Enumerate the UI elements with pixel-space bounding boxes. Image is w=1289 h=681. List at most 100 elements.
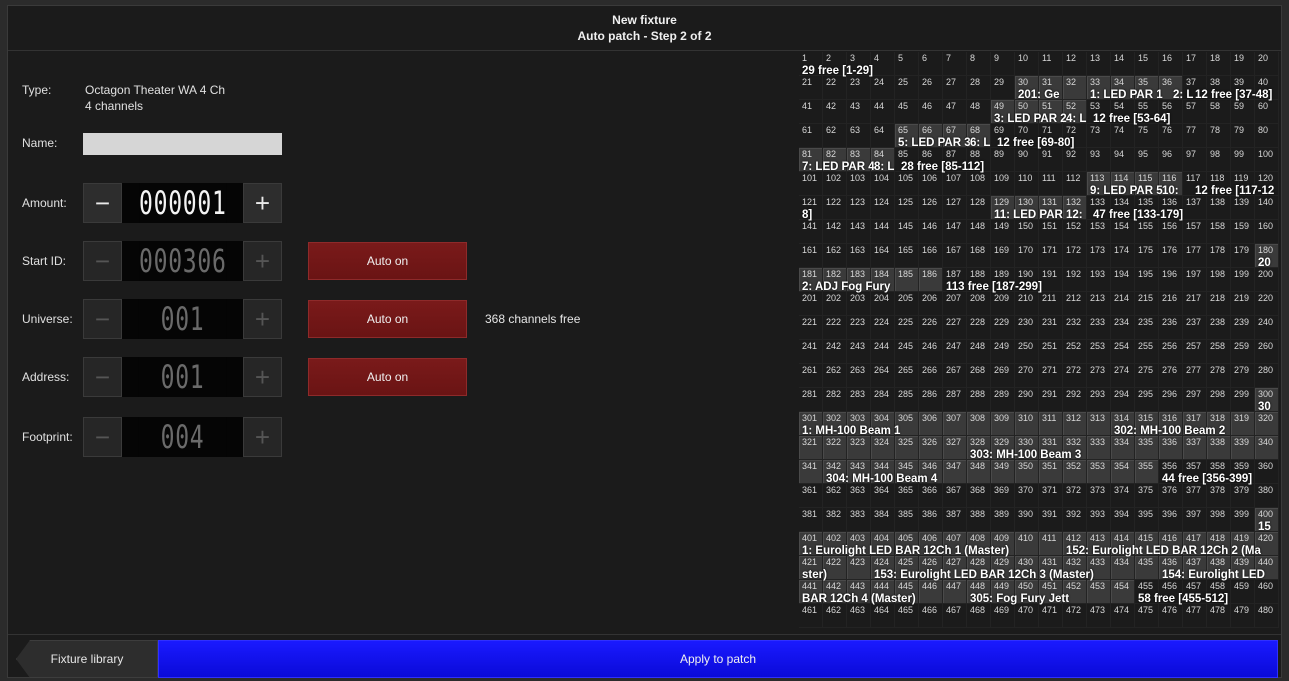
channel-cell[interactable]: 223 (847, 316, 871, 340)
channel-cell[interactable]: 411 (1039, 532, 1063, 556)
channel-cell[interactable]: 295 (1135, 388, 1159, 412)
channel-cell[interactable]: 229 (991, 316, 1015, 340)
amount-increment-button[interactable]: + (243, 183, 282, 223)
channel-cell[interactable]: 167 (943, 244, 967, 268)
channel-cell[interactable]: 109 (991, 172, 1015, 196)
channel-cell[interactable]: 147 (943, 220, 967, 244)
channel-cell[interactable]: 465 (895, 604, 919, 628)
channel-cell[interactable]: 164 (871, 244, 895, 268)
channel-cell[interactable]: 16 (1159, 52, 1183, 76)
channel-cell[interactable]: 112 (1063, 172, 1087, 196)
channel-cell[interactable]: 376 (1159, 484, 1183, 508)
channel-cell[interactable]: 250 (1015, 340, 1039, 364)
channel-cell[interactable]: 352 (1063, 460, 1087, 484)
channel-cell[interactable]: 294 (1111, 388, 1135, 412)
channel-cell[interactable]: 350 (1015, 460, 1039, 484)
channel-cell[interactable]: 467 (943, 604, 967, 628)
channel-cell[interactable]: 323 (847, 436, 871, 460)
channel-cell[interactable]: 322 (823, 436, 847, 460)
channel-cell[interactable]: 145 (895, 220, 919, 244)
channel-cell[interactable]: 64 (871, 124, 895, 148)
channel-cell[interactable]: 89 (991, 148, 1015, 172)
channel-cell[interactable]: 79 (1231, 124, 1255, 148)
channel-cell[interactable]: 205 (895, 292, 919, 316)
channel-cell[interactable]: 169 (991, 244, 1015, 268)
channel-cell[interactable]: 392 (1063, 508, 1087, 532)
channel-cell[interactable]: 351 (1039, 460, 1063, 484)
universe-increment-button[interactable]: + (243, 299, 282, 339)
channel-cell[interactable]: 75 (1135, 124, 1159, 148)
channel-cell[interactable]: 60 (1255, 100, 1279, 124)
channel-cell[interactable]: 252 (1063, 340, 1087, 364)
channel-cell[interactable]: 480 (1255, 604, 1279, 628)
channel-cell[interactable]: 152 (1063, 220, 1087, 244)
channel-cell[interactable]: 227 (943, 316, 967, 340)
channel-cell[interactable]: 391 (1039, 508, 1063, 532)
channel-cell[interactable]: 186 (919, 268, 943, 292)
channel-cell[interactable]: 27 (943, 76, 967, 100)
channel-cell[interactable]: 378 (1207, 484, 1231, 508)
channel-cell[interactable]: 393 (1087, 508, 1111, 532)
channel-cell[interactable]: 25 (895, 76, 919, 100)
channel-cell[interactable]: 231 (1039, 316, 1063, 340)
channel-cell[interactable]: 90 (1015, 148, 1039, 172)
channel-cell[interactable]: 390 (1015, 508, 1039, 532)
channel-cell[interactable]: 7 (943, 52, 967, 76)
channel-cell[interactable]: 101 (799, 172, 823, 196)
channel-cell[interactable]: 143 (847, 220, 871, 244)
channel-cell[interactable]: 258 (1207, 340, 1231, 364)
channel-cell[interactable]: 379 (1231, 484, 1255, 508)
channel-cell[interactable]: 105 (895, 172, 919, 196)
channel-cell[interactable]: 226 (919, 316, 943, 340)
address-decrement-button[interactable]: − (83, 357, 122, 397)
channel-cell[interactable]: 221 (799, 316, 823, 340)
channel-cell[interactable]: 234 (1111, 316, 1135, 340)
channel-cell[interactable]: 197 (1183, 268, 1207, 292)
channel-cell[interactable]: 139 (1231, 196, 1255, 220)
channel-cell[interactable]: 454 (1111, 580, 1135, 604)
channel-cell[interactable]: 195 (1135, 268, 1159, 292)
channel-cell[interactable]: 286 (919, 388, 943, 412)
channel-cell[interactable]: 74 (1111, 124, 1135, 148)
channel-cell[interactable]: 209 (991, 292, 1015, 316)
channel-cell[interactable]: 468 (967, 604, 991, 628)
channel-cell[interactable]: 293 (1087, 388, 1111, 412)
channel-cell[interactable]: 355 (1135, 460, 1159, 484)
channel-cell[interactable]: 338 (1207, 436, 1231, 460)
channel-cell[interactable]: 251 (1039, 340, 1063, 364)
channel-cell[interactable]: 73 (1087, 124, 1111, 148)
channel-cell[interactable]: 238 (1207, 316, 1231, 340)
channel-cell[interactable]: 80 (1255, 124, 1279, 148)
channel-cell[interactable]: 42 (823, 100, 847, 124)
channel-cell[interactable]: 216 (1159, 292, 1183, 316)
channel-cell[interactable]: 158 (1207, 220, 1231, 244)
channel-cell[interactable]: 177 (1183, 244, 1207, 268)
channel-cell[interactable]: 372 (1063, 484, 1087, 508)
channel-cell[interactable]: 296 (1159, 388, 1183, 412)
channel-cell[interactable]: 375 (1135, 484, 1159, 508)
channel-cell[interactable]: 283 (847, 388, 871, 412)
channel-cell[interactable]: 264 (871, 364, 895, 388)
channel-cell[interactable]: 161 (799, 244, 823, 268)
channel-cell[interactable]: 262 (823, 364, 847, 388)
channel-cell[interactable]: 236 (1159, 316, 1183, 340)
channel-cell[interactable]: 348 (967, 460, 991, 484)
channel-cell[interactable]: 278 (1207, 364, 1231, 388)
channel-cell[interactable]: 9 (991, 52, 1015, 76)
channel-cell[interactable]: 61 (799, 124, 823, 148)
channel-cell[interactable]: 217 (1183, 292, 1207, 316)
channel-cell[interactable]: 394 (1111, 508, 1135, 532)
channel-cell[interactable]: 259 (1231, 340, 1255, 364)
channel-cell[interactable]: 310 (1015, 412, 1039, 436)
channel-cell[interactable]: 138 (1207, 196, 1231, 220)
channel-cell[interactable]: 212 (1063, 292, 1087, 316)
channel-cell[interactable]: 43 (847, 100, 871, 124)
channel-cell[interactable]: 26 (919, 76, 943, 100)
channel-cell[interactable]: 44 (871, 100, 895, 124)
channel-cell[interactable]: 245 (895, 340, 919, 364)
channel-cell[interactable]: 253 (1087, 340, 1111, 364)
channel-cell[interactable]: 461 (799, 604, 823, 628)
channel-cell[interactable]: 228 (967, 316, 991, 340)
channel-cell[interactable]: 321 (799, 436, 823, 460)
channel-cell[interactable]: 224 (871, 316, 895, 340)
